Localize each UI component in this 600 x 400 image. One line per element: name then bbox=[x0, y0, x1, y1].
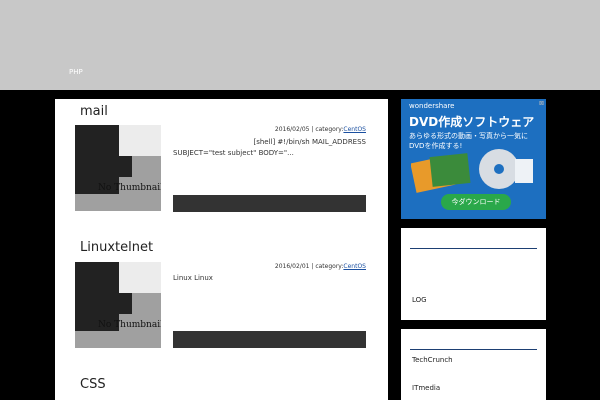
widget-link-techcrunch[interactable]: TechCrunch bbox=[412, 356, 453, 364]
ad-brand: wondershare bbox=[409, 102, 455, 110]
excerpt-line: Linux Linux bbox=[173, 274, 213, 282]
category-link[interactable]: CentOS bbox=[343, 126, 366, 133]
post-thumbnail[interactable]: No Thumbnail bbox=[75, 262, 161, 348]
post-title[interactable]: CSS bbox=[80, 377, 106, 392]
no-thumbnail-label: No Thumbnail bbox=[98, 320, 161, 330]
category-prefix: | category: bbox=[311, 263, 344, 270]
read-more-button[interactable] bbox=[173, 195, 366, 212]
site-header: PHP bbox=[0, 0, 600, 90]
post-date: 2016/02/05 bbox=[274, 126, 310, 133]
thumbnail-block bbox=[119, 262, 161, 293]
ad-download-button[interactable]: 今ダウンロード bbox=[441, 194, 511, 210]
post-meta: 2016/02/01 | category:CentOS bbox=[275, 263, 366, 270]
widget-divider bbox=[410, 248, 537, 249]
post-title[interactable]: mail bbox=[80, 104, 108, 119]
post-excerpt: Linux Linux bbox=[173, 273, 366, 284]
widget-link-itmedia[interactable]: ITmedia bbox=[412, 384, 440, 392]
sidebar-widget-links: TechCrunch ITmedia bbox=[401, 329, 546, 400]
no-thumbnail-label: No Thumbnail bbox=[98, 183, 161, 193]
post-date: 2016/02/01 bbox=[274, 263, 310, 270]
sidebar-widget-log: LOG bbox=[401, 228, 546, 320]
excerpt-line: [shell] #!/bin/sh MAIL_ADDRESS bbox=[253, 138, 366, 146]
thumbnail-block bbox=[119, 125, 161, 156]
advertisement-banner[interactable]: ⊠ wondershare DVD作成ソフトウェア あらゆる形式の動画・写真から… bbox=[401, 99, 546, 219]
post-excerpt: [shell] #!/bin/sh MAIL_ADDRESS SUBJECT="… bbox=[173, 137, 366, 159]
nav-link-php[interactable]: PHP bbox=[69, 68, 83, 76]
post-list: mail No Thumbnail 2016/02/05 | category:… bbox=[55, 99, 388, 400]
read-more-button[interactable] bbox=[173, 331, 366, 348]
excerpt-line: SUBJECT="test subject" BODY="... bbox=[173, 149, 294, 157]
ad-choices-icon[interactable]: ⊠ bbox=[539, 100, 544, 107]
category-link[interactable]: CentOS bbox=[343, 263, 366, 270]
ad-illustration bbox=[411, 149, 533, 193]
ad-title: DVD作成ソフトウェア bbox=[409, 115, 535, 129]
post-title[interactable]: Linuxtelnet bbox=[80, 240, 153, 255]
category-prefix: | category: bbox=[311, 126, 344, 133]
post-thumbnail[interactable]: No Thumbnail bbox=[75, 125, 161, 211]
post-meta: 2016/02/05 | category:CentOS bbox=[275, 126, 366, 133]
widget-divider bbox=[410, 349, 537, 350]
widget-link-log[interactable]: LOG bbox=[412, 296, 427, 304]
ad-subtitle: あらゆる形式の動画・写真から一気にDVDを作成する! bbox=[409, 132, 528, 150]
